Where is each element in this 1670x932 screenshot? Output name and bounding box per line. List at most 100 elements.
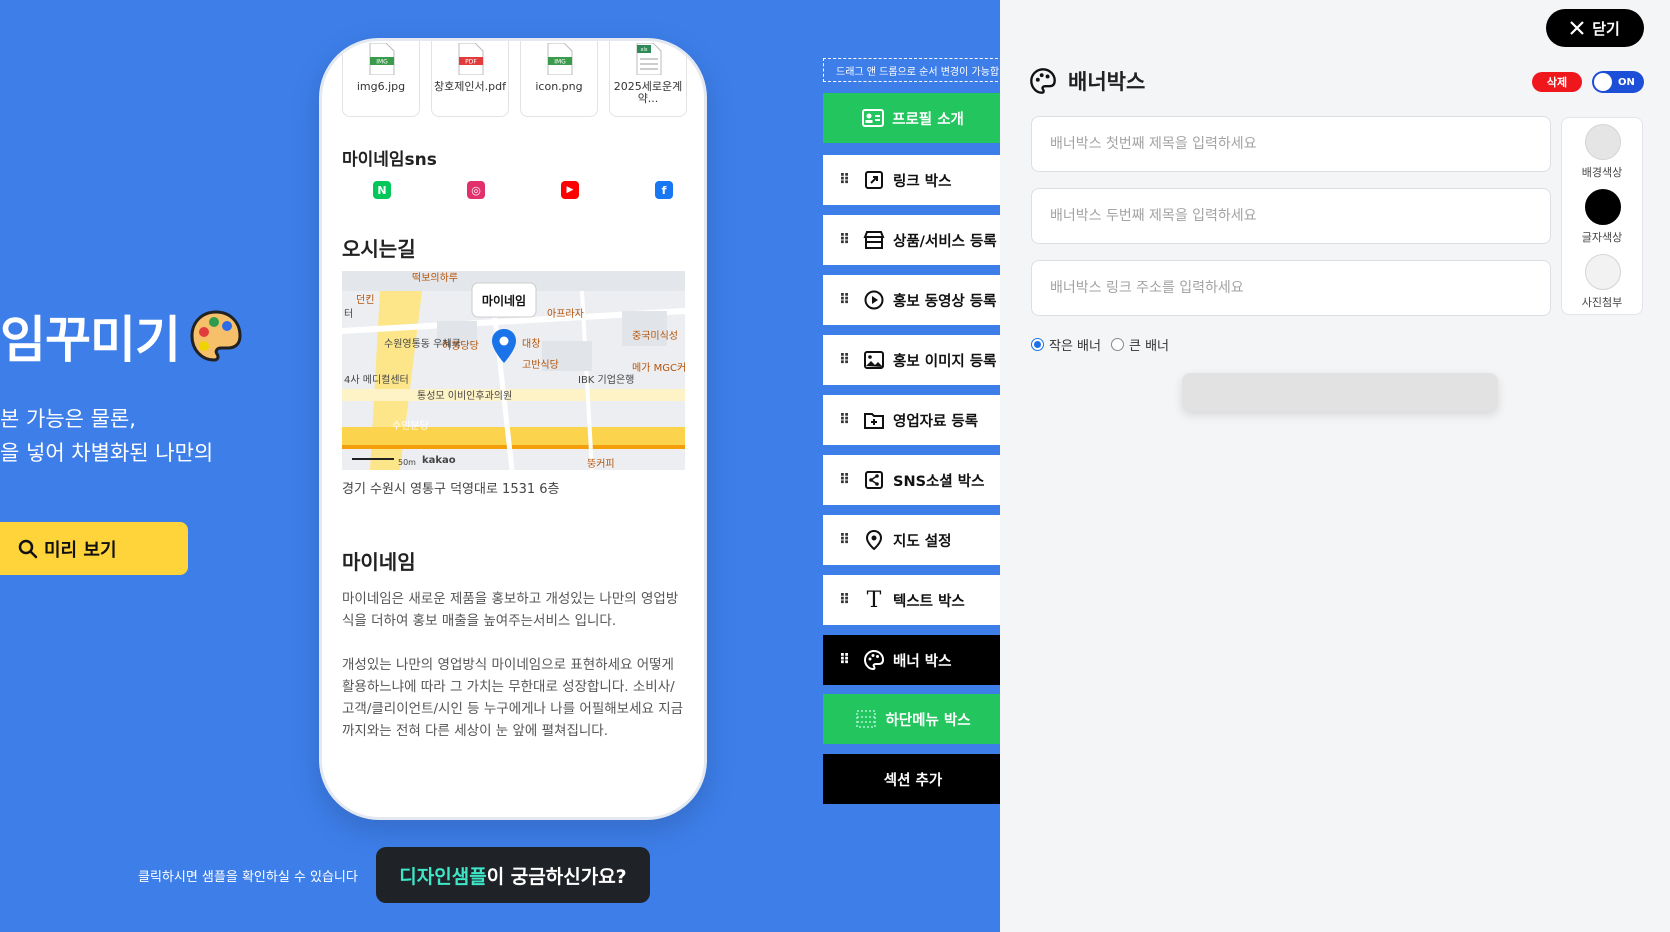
menu-label: 지도 설정 <box>893 533 952 550</box>
map-label: IBK 기업은행 <box>578 373 634 386</box>
menu-promo-image[interactable]: ⠿ 홍보 이미지 등록 <box>823 335 1003 385</box>
menu-label: 배너 박스 <box>893 653 952 670</box>
drag-handle-icon[interactable]: ⠿ <box>839 532 853 548</box>
large-banner-radio[interactable] <box>1110 338 1124 351</box>
menu-label: 홍보 동영상 등록 <box>893 293 997 310</box>
drag-handle-icon[interactable]: ⠿ <box>839 232 853 248</box>
close-button[interactable]: 닫기 <box>1546 9 1644 47</box>
map-pin-label: 마이네임 <box>482 293 526 308</box>
drag-handle-icon[interactable]: ⠿ <box>839 352 853 368</box>
file-name: 창호제인서.pdf <box>434 80 506 93</box>
menu-promo-video[interactable]: ⠿ 홍보 동영상 등록 <box>823 275 1003 325</box>
drag-handle-icon[interactable]: ⠿ <box>839 652 853 668</box>
drag-handle-icon[interactable]: ⠿ <box>839 172 853 188</box>
photo-attach-button[interactable] <box>1585 254 1621 290</box>
file-list: IMG img6.jpg PDF 창호제인서.pdf IMG icon.png … <box>342 41 687 117</box>
close-icon <box>1570 21 1584 35</box>
sns-links: N ◎ ▶ f <box>373 181 673 199</box>
map-label: 대창 <box>522 338 540 350</box>
file-card[interactable]: IMG icon.png <box>520 41 598 117</box>
sample-note: 클릭하시면 샘플을 확인하실 수 있습니다 <box>138 870 358 885</box>
small-banner-radio[interactable] <box>1031 338 1044 351</box>
map-label: 메가 MGC커피 <box>632 362 685 374</box>
brand-description: 마이네임은 새로운 제품을 홍보하고 개성있는 나만의 영업방식을 더하여 홍보… <box>342 588 687 764</box>
menu-label: 상품/서비스 등록 <box>893 233 997 250</box>
menu-label: 홍보 이미지 등록 <box>893 353 997 370</box>
sns-title: 마이네임sns <box>342 150 437 170</box>
svg-text:xls: xls <box>641 47 648 53</box>
photo-attach-label: 사진첨부 <box>1581 296 1623 309</box>
menu-label: 하단메뉴 박스 <box>885 712 971 729</box>
map-scale: 50m <box>398 458 416 467</box>
menu-profile[interactable]: 프로필 소개 <box>823 93 1003 143</box>
map-view[interactable]: 떡보의하루 던킨 어풍당당 아프라자 대창 중국미식성 고반식당 메가 MGC커… <box>342 271 685 470</box>
banner-link-input[interactable] <box>1031 260 1551 316</box>
on-off-toggle[interactable]: ON <box>1592 71 1644 93</box>
image-file-icon: IMG <box>369 43 395 75</box>
spreadsheet-file-icon: xls <box>636 43 662 75</box>
preview-button[interactable]: 미리 보기 <box>0 522 188 575</box>
map-label: 아프라자 <box>547 308 584 320</box>
hero-title-text: 임꾸미기 <box>0 311 181 369</box>
file-card[interactable]: xls 2025세로운계약... <box>609 41 687 117</box>
menu-product-service[interactable]: ⠿ 상품/서비스 등록 <box>823 215 1003 265</box>
grid-icon <box>855 708 877 730</box>
color-options: 배경색상 글자색상 사진첨부 <box>1561 117 1643 315</box>
banner-title1-input[interactable] <box>1031 116 1551 172</box>
svg-text:IMG: IMG <box>554 59 566 66</box>
menu-link-box[interactable]: ⠿ 링크 박스 <box>823 155 1003 205</box>
drag-handle-icon[interactable]: ⠿ <box>839 592 853 608</box>
menu-text-box[interactable]: ⠿ T 텍스트 박스 <box>823 575 1003 625</box>
drag-handle-icon[interactable]: ⠿ <box>839 412 853 428</box>
text-color-swatch[interactable] <box>1585 189 1621 225</box>
pdf-file-icon: PDF <box>458 43 484 75</box>
delete-button[interactable]: 삭제 <box>1532 72 1582 92</box>
file-name: 2025세로운계약... <box>613 80 683 105</box>
banner-preview-bar[interactable] <box>1182 373 1498 411</box>
bg-color-swatch[interactable] <box>1585 124 1621 160</box>
naver-icon[interactable]: N <box>373 181 391 199</box>
file-card[interactable]: PDF 창호제인서.pdf <box>431 41 509 117</box>
facebook-icon[interactable]: f <box>655 181 673 199</box>
search-icon <box>18 539 38 558</box>
hero-subtitle-line2: 을 넣어 차별화된 나만의 <box>0 441 214 465</box>
add-section-button[interactable]: 섹션 추가 <box>823 754 1003 804</box>
link-icon <box>863 169 885 191</box>
panel-title: 배너박스 <box>1030 66 1145 96</box>
palette-icon <box>1030 68 1056 94</box>
hero-title: 임꾸미기 <box>0 300 244 372</box>
phone-preview: IMG img6.jpg PDF 창호제인서.pdf IMG icon.png … <box>319 38 707 820</box>
svg-text:PDF: PDF <box>465 59 477 66</box>
palette-emoji-icon <box>190 310 242 362</box>
map-label: 수인분당 <box>392 420 429 432</box>
preview-button-label: 미리 보기 <box>44 539 117 561</box>
store-icon <box>863 229 885 251</box>
menu-banner-box[interactable]: ⠿ 배너 박스 <box>823 635 1003 685</box>
map-label: 수원영통동 우체국 <box>384 338 461 350</box>
file-card[interactable]: IMG img6.jpg <box>342 41 420 117</box>
map-label: 던킨 <box>356 294 374 306</box>
file-name: img6.jpg <box>356 80 406 93</box>
map-label: 중국미식성 <box>632 330 678 342</box>
menu-label: 프로필 소개 <box>892 111 964 128</box>
toggle-knob <box>1594 73 1612 91</box>
youtube-icon[interactable]: ▶ <box>561 181 579 199</box>
toggle-label: ON <box>1618 76 1635 88</box>
map-label: 터 <box>344 308 353 320</box>
drag-handle-icon[interactable]: ⠿ <box>839 472 853 488</box>
instagram-icon[interactable]: ◎ <box>467 181 485 199</box>
map-label: 4사 메디컬센터 <box>344 373 409 386</box>
address: 경기 수원시 영통구 덕영대로 1531 6층 <box>342 482 560 497</box>
menu-bottom-menu-box[interactable]: 하단메뉴 박스 <box>823 694 1003 744</box>
image-file-icon: IMG <box>547 43 573 75</box>
design-sample-button[interactable]: 디자인샘플 이 궁금하신가요? <box>376 847 650 903</box>
menu-sales-material[interactable]: ⠿ 영업자료 등록 <box>823 395 1003 445</box>
bg-color-label: 배경색상 <box>1581 166 1623 179</box>
share-icon <box>863 469 885 491</box>
close-button-label: 닫기 <box>1592 19 1620 38</box>
menu-map-setting[interactable]: ⠿ 지도 설정 <box>823 515 1003 565</box>
drag-handle-icon[interactable]: ⠿ <box>839 292 853 308</box>
svg-text:IMG: IMG <box>376 59 388 66</box>
banner-title2-input[interactable] <box>1031 188 1551 244</box>
menu-sns-box[interactable]: ⠿ SNS소셜 박스 <box>823 455 1003 505</box>
